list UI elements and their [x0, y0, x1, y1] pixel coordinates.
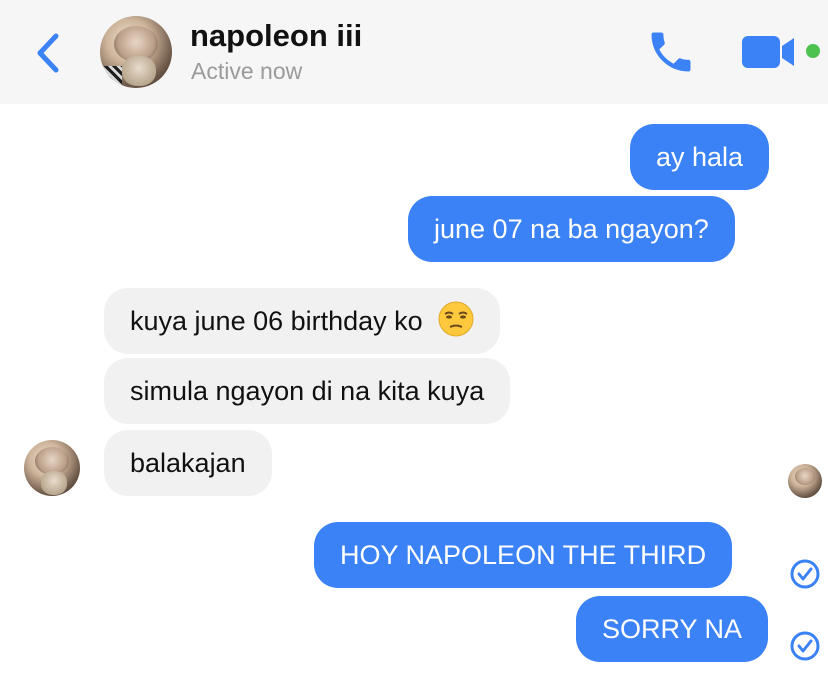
seen-receipt-avatar [788, 464, 822, 498]
video-camera-icon [742, 36, 794, 68]
online-indicator [806, 44, 820, 58]
contact-name[interactable]: napoleon iii [190, 18, 362, 54]
message-bubble-outgoing[interactable]: ay hala [630, 124, 770, 190]
contact-status: Active now [191, 58, 303, 84]
phone-icon [651, 32, 691, 72]
avatar-plush [122, 56, 156, 86]
contact-avatar[interactable] [100, 16, 172, 88]
chevron-left-icon [37, 33, 59, 73]
sent-check-icon [790, 631, 820, 661]
message-bubble-outgoing[interactable]: HOY NAPOLEON THE THIRD [314, 522, 733, 588]
message-bubble-incoming[interactable]: kuya june 06 birthday ko [104, 288, 501, 354]
message-bubble-outgoing[interactable]: SORRY NA [576, 596, 769, 662]
avatar-face [795, 468, 815, 485]
sender-avatar[interactable] [24, 440, 80, 496]
audio-call-button[interactable] [645, 26, 697, 78]
chat-header: napoleon iii Active now [0, 0, 828, 104]
message-text: kuya june 06 birthday ko [130, 306, 423, 336]
message-bubble-incoming[interactable]: balakajan [104, 430, 272, 496]
avatar-shirt [100, 66, 122, 88]
video-call-button[interactable] [738, 32, 798, 72]
unamused-face-emoji [438, 301, 474, 337]
sent-check-icon [790, 559, 820, 589]
back-button[interactable] [30, 28, 70, 78]
message-bubble-incoming[interactable]: simula ngayon di na kita kuya [104, 358, 511, 424]
message-bubble-outgoing[interactable]: june 07 na ba ngayon? [408, 196, 735, 262]
avatar-plush [41, 471, 67, 495]
